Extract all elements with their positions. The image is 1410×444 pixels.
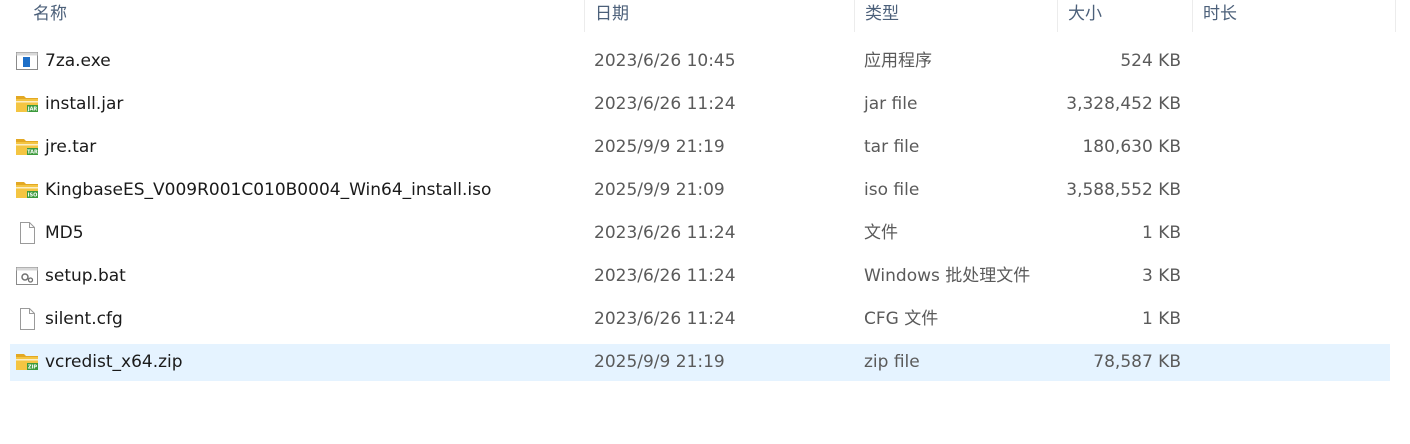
column-header-size[interactable]: 大小 <box>1057 0 1192 32</box>
file-row[interactable]: setup.bat 2023/6/26 11:24 Windows 批处理文件 3 K… <box>0 255 1410 298</box>
column-header-name[interactable]: 名称 <box>0 0 584 32</box>
file-type: CFG 文件 <box>864 309 939 329</box>
file-name: install.jar <box>45 94 124 114</box>
file-row[interactable]: silent.cfg 2023/6/26 11:24 CFG 文件 1 KB <box>0 298 1410 341</box>
file-list: 7za.exe 2023/6/26 10:45 应用程序 524 KB JAR insta… <box>0 40 1410 384</box>
file-date-modified: 2023/6/26 11:24 <box>594 266 736 286</box>
file-name: setup.bat <box>45 266 126 286</box>
file-size: 78,587 KB <box>1093 352 1181 372</box>
file-row[interactable]: JAR install.jar 2023/6/26 11:24 jar file 3,3… <box>0 83 1410 126</box>
file-row[interactable]: MD5 2023/6/26 11:24 文件 1 KB <box>0 212 1410 255</box>
file-name: jre.tar <box>45 137 97 157</box>
jar-archive-icon: JAR <box>15 93 39 115</box>
file-name: 7za.exe <box>45 51 111 71</box>
exe-app-icon <box>15 50 39 72</box>
column-header-date[interactable]: 日期 <box>584 0 854 32</box>
svg-text:ISO: ISO <box>28 193 38 199</box>
iso-archive-icon: ISO <box>15 179 39 201</box>
tar-archive-icon: TAR <box>15 136 39 158</box>
file-size: 3,588,552 KB <box>1066 180 1181 200</box>
column-header-duration[interactable]: 时长 <box>1192 0 1396 32</box>
column-header-bar: 名称 日期 类型 大小 时长 <box>0 0 1396 32</box>
file-date-modified: 2023/6/26 11:24 <box>594 223 736 243</box>
file-date-modified: 2023/6/26 11:24 <box>594 94 736 114</box>
file-row[interactable]: TAR jre.tar 2025/9/9 21:19 tar file 180,630 … <box>0 126 1410 169</box>
batch-file-icon <box>15 265 39 287</box>
svg-text:TAR: TAR <box>27 150 38 156</box>
file-name: vcredist_x64.zip <box>45 352 183 372</box>
file-size: 1 KB <box>1141 309 1181 329</box>
file-date-modified: 2025/9/9 21:19 <box>594 137 725 157</box>
file-size: 3 KB <box>1141 266 1181 286</box>
file-name: silent.cfg <box>45 309 123 329</box>
blank-file-icon <box>15 308 39 330</box>
blank-file-icon <box>15 222 39 244</box>
file-size: 3,328,452 KB <box>1066 94 1181 114</box>
file-type: iso file <box>864 180 920 200</box>
file-name: MD5 <box>45 223 84 243</box>
file-explorer-details-view: 名称 日期 类型 大小 时长 7za.exe 2023/6/26 10:45 应用程… <box>0 0 1410 444</box>
file-size: 180,630 KB <box>1082 137 1181 157</box>
file-date-modified: 2023/6/26 11:24 <box>594 309 736 329</box>
file-type: zip file <box>864 352 920 372</box>
column-header-type[interactable]: 类型 <box>854 0 1057 32</box>
svg-text:ZIP: ZIP <box>28 365 37 371</box>
file-row[interactable]: ZIP vcredist_x64.zip 2025/9/9 21:19 zip fil… <box>0 341 1410 384</box>
file-date-modified: 2023/6/26 10:45 <box>594 51 736 71</box>
file-date-modified: 2025/9/9 21:19 <box>594 352 725 372</box>
file-type: jar file <box>864 94 918 114</box>
file-size: 524 KB <box>1120 51 1181 71</box>
file-row[interactable]: 7za.exe 2023/6/26 10:45 应用程序 524 KB <box>0 40 1410 83</box>
file-row[interactable]: ISO KingbaseES_V009R001C010B0004_Win64_in… <box>0 169 1410 212</box>
file-date-modified: 2025/9/9 21:09 <box>594 180 725 200</box>
file-type: 应用程序 <box>864 51 932 71</box>
file-size: 1 KB <box>1141 223 1181 243</box>
file-type: 文件 <box>864 223 898 243</box>
file-type: tar file <box>864 137 920 157</box>
svg-text:JAR: JAR <box>27 107 38 113</box>
file-name: KingbaseES_V009R001C010B0004_Win64_insta… <box>45 180 492 200</box>
zip-archive-icon: ZIP <box>15 351 39 373</box>
